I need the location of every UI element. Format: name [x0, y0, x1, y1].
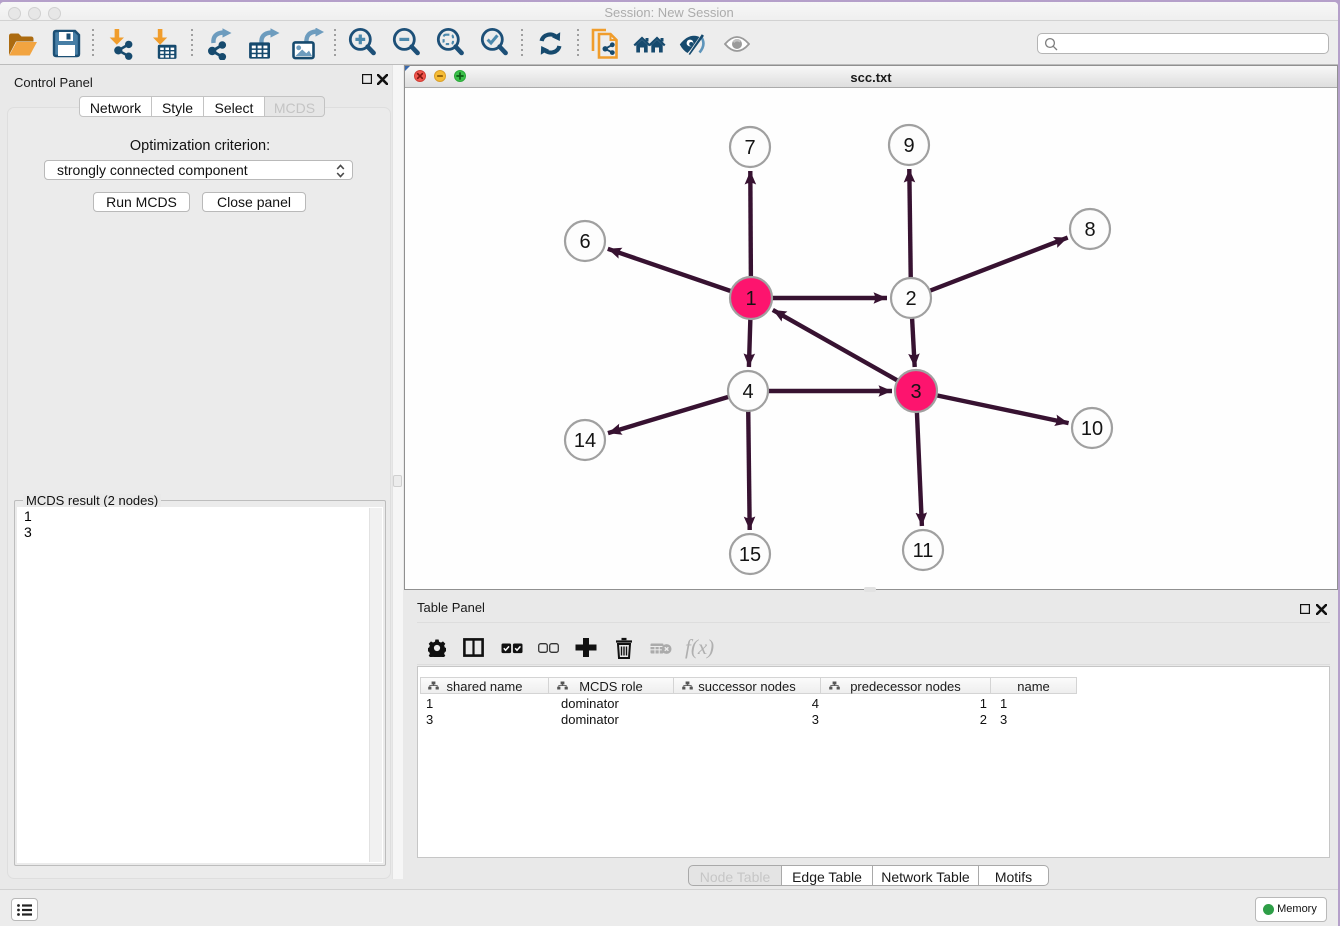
svg-text:2: 2 — [905, 288, 916, 310]
svg-text:1: 1 — [745, 288, 756, 310]
svg-text:10: 10 — [1081, 418, 1103, 440]
svg-text:3: 3 — [910, 381, 921, 403]
svg-text:8: 8 — [1084, 219, 1095, 241]
svg-text:9: 9 — [903, 135, 914, 157]
svg-text:7: 7 — [744, 137, 755, 159]
svg-text:4: 4 — [742, 381, 753, 403]
svg-text:14: 14 — [574, 430, 596, 452]
svg-text:11: 11 — [913, 540, 934, 562]
svg-text:15: 15 — [739, 544, 761, 566]
svg-text:6: 6 — [579, 231, 590, 253]
